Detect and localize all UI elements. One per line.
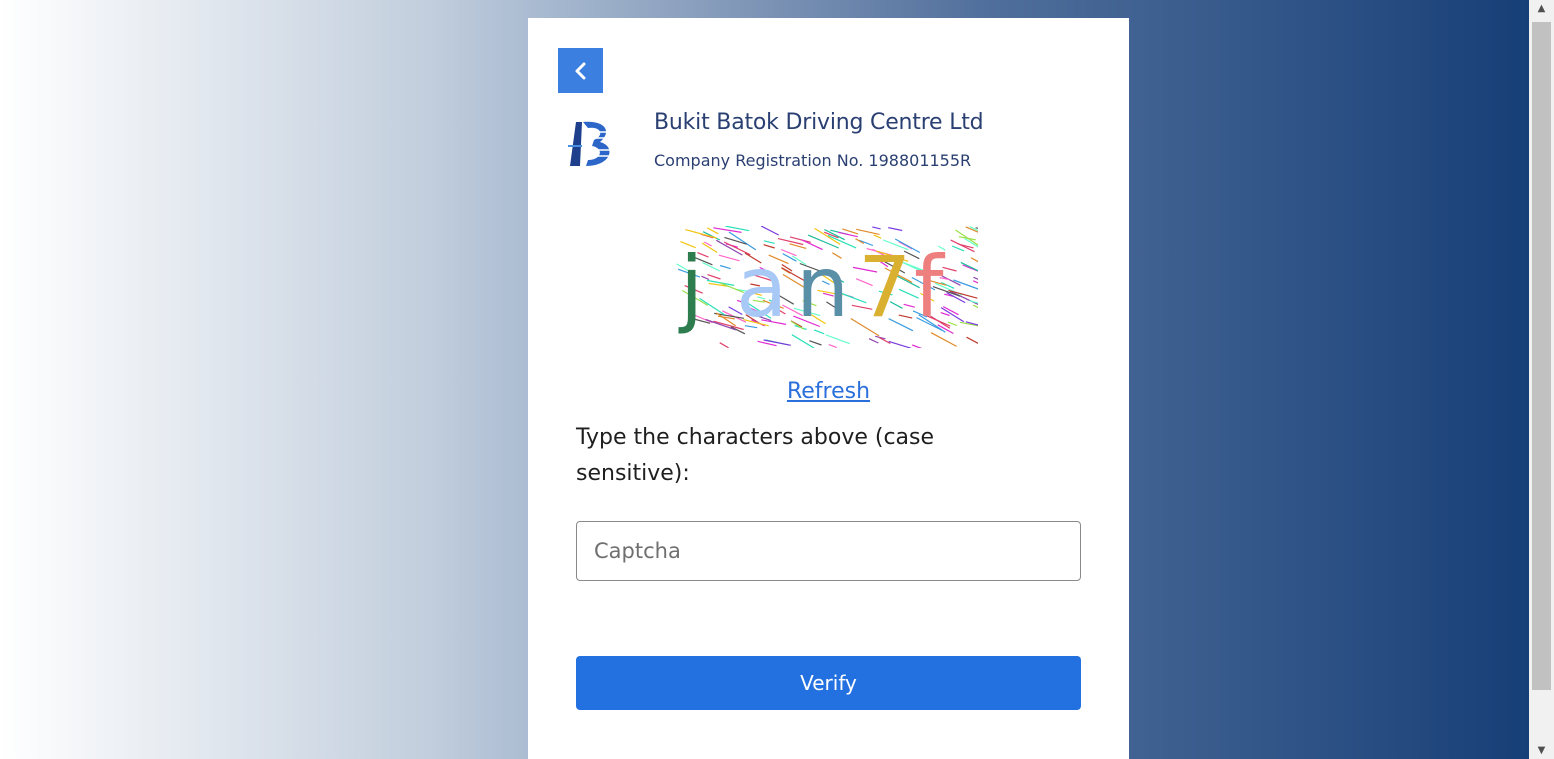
captcha-character: n xyxy=(796,238,849,336)
captcha-noise-line xyxy=(940,307,965,323)
captcha-noise-line xyxy=(856,228,880,235)
captcha-noise-line xyxy=(970,257,978,263)
captcha-noise-line xyxy=(719,264,731,270)
captcha-noise-line xyxy=(888,227,903,232)
captcha-noise-line xyxy=(947,321,958,327)
company-registration: Company Registration No. 198801155R xyxy=(654,151,972,170)
captcha-image: jan7f xyxy=(676,226,978,348)
scrollbar-thumb[interactable] xyxy=(1532,22,1551,690)
page-background: Bukit Batok Driving Centre Ltd Company R… xyxy=(0,0,1529,759)
captcha-noise-line xyxy=(828,344,837,348)
chevron-left-icon xyxy=(575,62,585,79)
back-button[interactable] xyxy=(558,48,603,93)
captcha-noise-line xyxy=(719,342,729,348)
captcha-noise-line xyxy=(950,290,978,305)
captcha-character: f xyxy=(914,238,946,336)
captcha-noise-line xyxy=(760,226,779,236)
company-logo xyxy=(568,121,614,166)
captcha-noise-line xyxy=(942,266,957,272)
captcha-noise-line xyxy=(705,318,737,331)
captcha-noise-line xyxy=(888,340,912,348)
refresh-link[interactable]: Refresh xyxy=(528,379,1129,404)
triangle-up-icon[interactable]: ▲ xyxy=(1529,0,1554,17)
captcha-character: j xyxy=(678,238,703,336)
verification-card: Bukit Batok Driving Centre Ltd Company R… xyxy=(528,18,1129,759)
captcha-noise-line xyxy=(960,261,978,272)
triangle-down-icon[interactable]: ▼ xyxy=(1529,742,1554,759)
captcha-character: 7 xyxy=(858,238,911,336)
company-name: Bukit Batok Driving Centre Ltd xyxy=(654,110,984,135)
captcha-noise-line xyxy=(872,226,881,230)
vertical-scrollbar[interactable]: ▲ ▼ xyxy=(1529,0,1554,759)
captcha-noise-line xyxy=(951,245,965,252)
captcha-instructions: Type the characters above (case sensitiv… xyxy=(576,425,935,486)
captcha-noise-line xyxy=(707,274,721,280)
captcha-noise-line xyxy=(868,338,879,344)
captcha-noise-line xyxy=(962,264,978,272)
captcha-noise-line xyxy=(763,339,791,346)
captcha-noise-line xyxy=(966,336,978,344)
captcha-noise-line xyxy=(911,344,923,348)
captcha-noise-line xyxy=(972,304,978,309)
verify-button[interactable]: Verify xyxy=(576,656,1081,710)
captcha-input[interactable] xyxy=(576,521,1081,581)
captcha-noise-line xyxy=(809,340,822,346)
captcha-character: a xyxy=(736,238,787,336)
captcha-noise-line xyxy=(825,334,850,345)
